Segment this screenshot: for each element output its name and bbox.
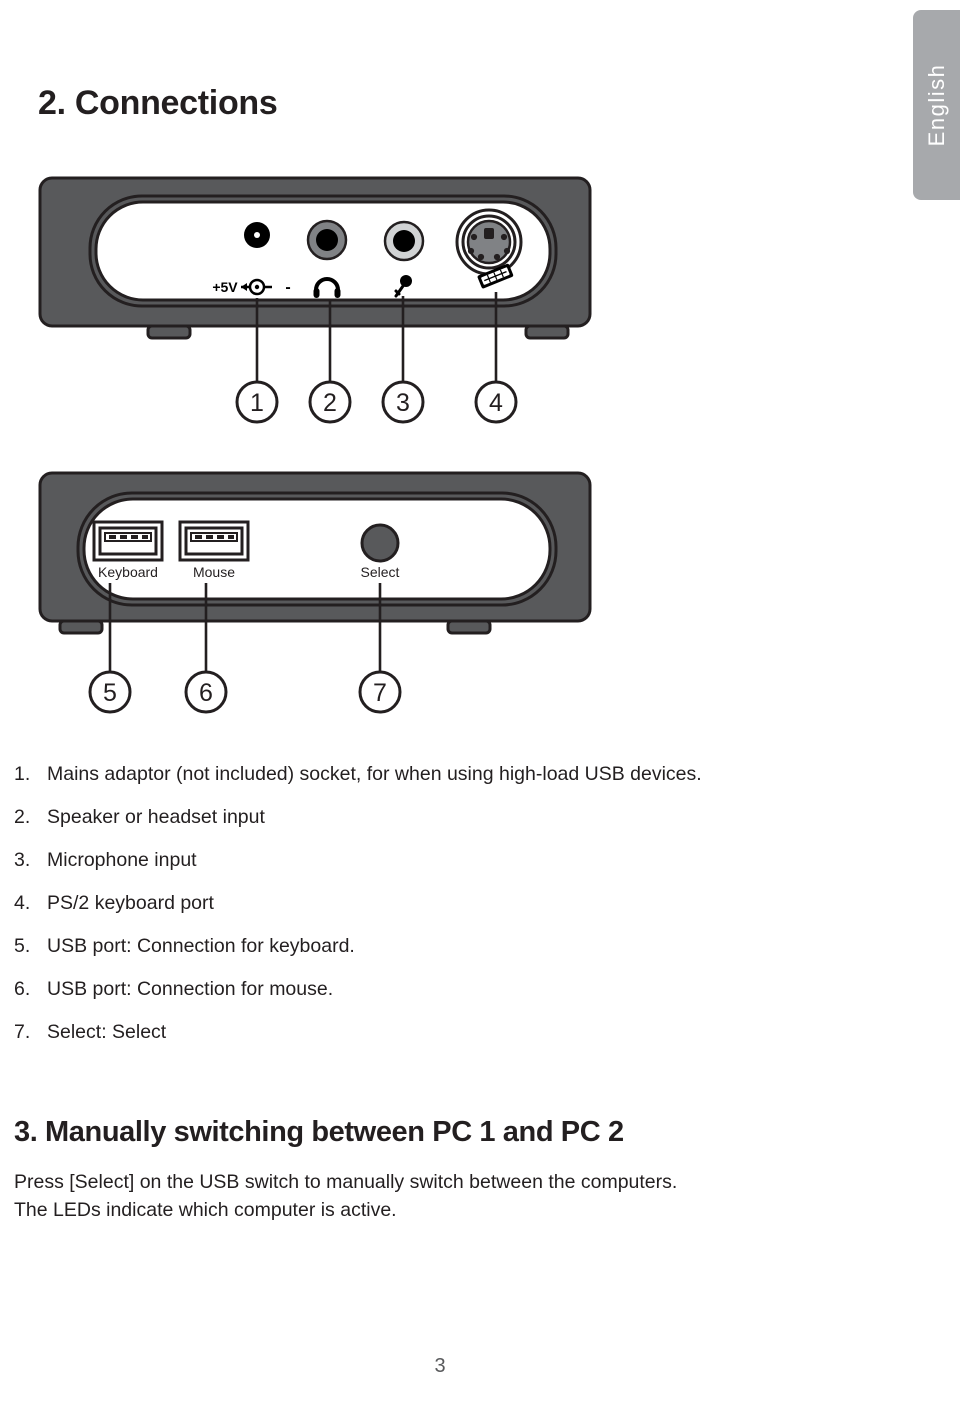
power-plus-label: +5V bbox=[212, 279, 238, 295]
ps2-keyboard-port bbox=[455, 208, 523, 276]
list-item-number: 6. bbox=[14, 978, 31, 1000]
device-foot bbox=[446, 619, 492, 635]
rear-panel-diagram: +5V - 1 2 3 4 bbox=[38, 176, 592, 424]
usb-port-mouse bbox=[178, 520, 250, 562]
usb-port-keyboard-label: Keyboard bbox=[98, 564, 158, 580]
headphone-jack-hole bbox=[316, 229, 338, 251]
microphone-jack-hole bbox=[393, 230, 415, 252]
list-item-text: Speaker or headset input bbox=[47, 806, 265, 828]
usb-port-keyboard bbox=[92, 520, 164, 562]
list-item: 2. Speaker or headset input bbox=[14, 806, 874, 849]
device-foot bbox=[146, 324, 192, 340]
list-item-number: 5. bbox=[14, 935, 31, 957]
list-item-text: USB port: Connection for keyboard. bbox=[47, 935, 355, 957]
callout-number-4: 4 bbox=[489, 389, 503, 417]
list-item: 3. Microphone input bbox=[14, 849, 874, 892]
list-item-number: 1. bbox=[14, 763, 31, 785]
list-item-text: Mains adaptor (not included) socket, for… bbox=[47, 763, 702, 785]
usb-port-mouse-label: Mouse bbox=[193, 564, 235, 580]
callout-marker-5: 5 bbox=[88, 670, 132, 714]
list-item: 1. Mains adaptor (not included) socket, … bbox=[14, 763, 874, 806]
connection-list: 1. Mains adaptor (not included) socket, … bbox=[14, 763, 874, 1064]
callout-marker-7: 7 bbox=[358, 670, 402, 714]
list-item-text: PS/2 keyboard port bbox=[47, 892, 214, 914]
list-item-number: 3. bbox=[14, 849, 31, 871]
list-item-number: 7. bbox=[14, 1021, 31, 1043]
device-foot bbox=[58, 619, 104, 635]
list-item: 5. USB port: Connection for keyboard. bbox=[14, 935, 874, 978]
select-button-label: Select bbox=[361, 564, 400, 580]
page-number: 3 bbox=[434, 1355, 446, 1377]
list-item-text: Microphone input bbox=[47, 849, 197, 871]
callout-marker-4: 4 bbox=[474, 380, 518, 424]
section-switching-line-2: The LEDs indicate which computer is acti… bbox=[14, 1199, 397, 1221]
list-item: 7. Select: Select bbox=[14, 1021, 874, 1064]
callout-marker-3: 3 bbox=[381, 380, 425, 424]
callout-number-3: 3 bbox=[396, 389, 410, 417]
callout-marker-2: 2 bbox=[308, 380, 352, 424]
power-minus-label: - bbox=[285, 279, 290, 296]
callout-marker-6: 6 bbox=[184, 670, 228, 714]
list-item-text: USB port: Connection for mouse. bbox=[47, 978, 334, 1000]
callout-number-2: 2 bbox=[323, 389, 337, 417]
select-button[interactable] bbox=[360, 523, 400, 563]
front-panel-diagram: Keyboard Mouse Select 5 6 7 bbox=[38, 471, 592, 714]
list-item: 6. USB port: Connection for mouse. bbox=[14, 978, 874, 1021]
list-item-number: 2. bbox=[14, 806, 31, 828]
section-switching-line-1: Press [Select] on the USB switch to manu… bbox=[14, 1171, 678, 1193]
callout-number-7: 7 bbox=[373, 679, 387, 707]
list-item-number: 4. bbox=[14, 892, 31, 914]
section-switching-heading: 3. Manually switching between PC 1 and P… bbox=[14, 1116, 624, 1148]
callout-marker-1: 1 bbox=[235, 380, 279, 424]
callout-number-5: 5 bbox=[103, 679, 117, 707]
list-item-text: Select: Select bbox=[47, 1021, 167, 1043]
callout-number-6: 6 bbox=[199, 679, 213, 707]
list-item: 4. PS/2 keyboard port bbox=[14, 892, 874, 935]
callout-number-1: 1 bbox=[250, 389, 264, 417]
device-foot bbox=[524, 324, 570, 340]
power-jack-center-pin bbox=[254, 232, 260, 238]
